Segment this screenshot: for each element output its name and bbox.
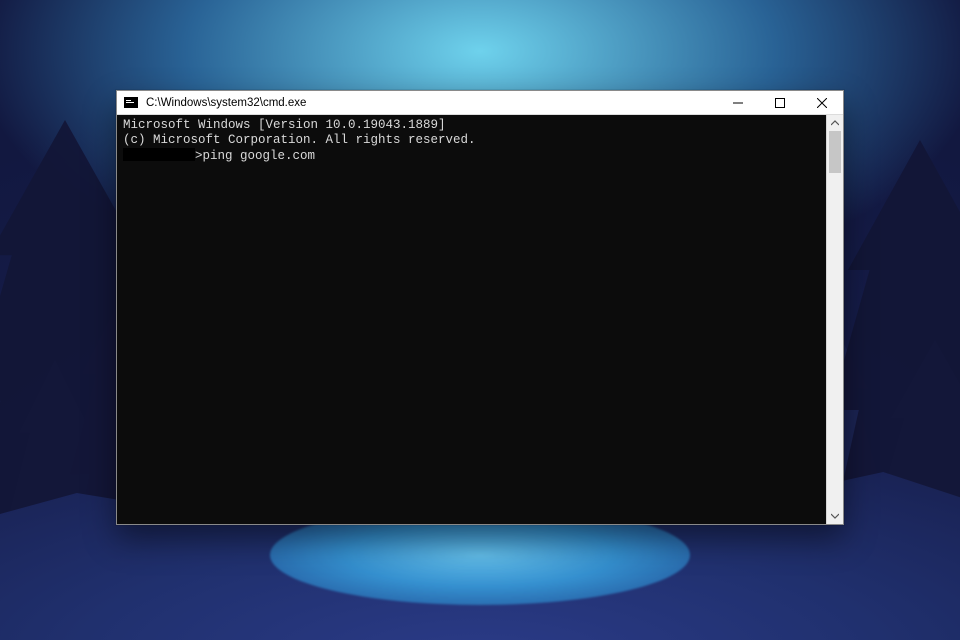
scrollbar-track[interactable]	[827, 131, 843, 508]
chevron-down-icon	[831, 512, 839, 520]
vertical-scrollbar[interactable]	[826, 115, 843, 524]
typed-command: ping google.com	[203, 149, 316, 163]
minimize-icon	[733, 98, 743, 108]
terminal-prompt-line: >ping google.com	[123, 148, 826, 164]
prompt-path-redacted	[123, 148, 195, 161]
desktop-wallpaper: C:\Windows\system32\cmd.exe Microsoft Wi…	[0, 0, 960, 640]
terminal-output[interactable]: Microsoft Windows [Version 10.0.19043.18…	[117, 115, 826, 524]
cmd-icon	[121, 93, 141, 113]
terminal-line: (c) Microsoft Corporation. All rights re…	[123, 133, 826, 148]
close-icon	[817, 98, 827, 108]
cmd-window[interactable]: C:\Windows\system32\cmd.exe Microsoft Wi…	[116, 90, 844, 525]
maximize-icon	[775, 98, 785, 108]
scroll-up-button[interactable]	[827, 115, 843, 131]
titlebar[interactable]: C:\Windows\system32\cmd.exe	[117, 91, 843, 115]
prompt-delimiter: >	[195, 149, 203, 163]
minimize-button[interactable]	[717, 91, 759, 115]
scrollbar-thumb[interactable]	[829, 131, 841, 173]
terminal-line: Microsoft Windows [Version 10.0.19043.18…	[123, 118, 826, 133]
window-client-area: Microsoft Windows [Version 10.0.19043.18…	[117, 115, 843, 524]
chevron-up-icon	[831, 119, 839, 127]
scroll-down-button[interactable]	[827, 508, 843, 524]
close-button[interactable]	[801, 91, 843, 115]
window-title: C:\Windows\system32\cmd.exe	[146, 97, 306, 109]
maximize-button[interactable]	[759, 91, 801, 115]
